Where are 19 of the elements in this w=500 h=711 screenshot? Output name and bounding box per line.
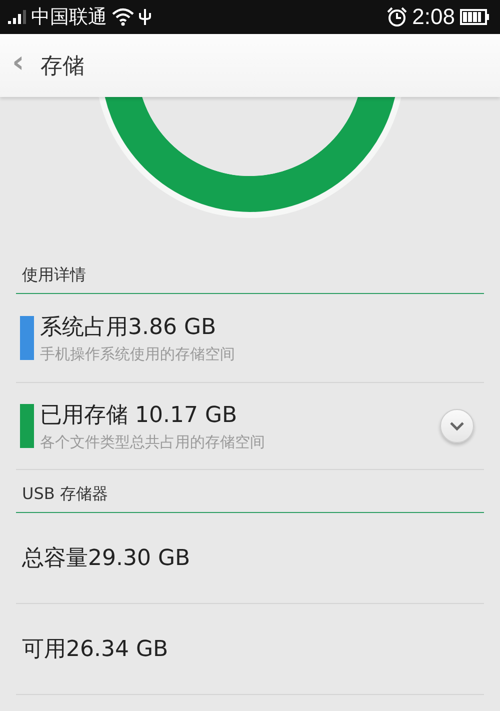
clock-time: 2:08	[412, 4, 455, 30]
back-button[interactable]: ‹	[0, 48, 28, 84]
usage-title: 已用存储 10.17 GB	[40, 402, 238, 430]
section-title: 使用详情	[22, 265, 86, 284]
carrier-name: 中国联通	[31, 5, 107, 30]
storage-value: 总容量29.30 GB	[22, 545, 190, 573]
usage-title: 系统占用3.86 GB	[40, 314, 218, 342]
alarm-icon	[387, 7, 408, 27]
signal-icon	[8, 10, 26, 24]
wifi-icon	[112, 8, 134, 26]
usage-description: 手机操作系统使用的存储空间	[40, 345, 236, 364]
section-title: USB 存储器	[22, 484, 108, 503]
usb-icon	[139, 8, 151, 26]
battery-icon	[460, 9, 490, 25]
usage-description: 各个文件类型总共占用的存储空间	[40, 433, 266, 452]
chevron-down-icon	[449, 421, 465, 431]
expand-button[interactable]	[440, 409, 474, 443]
page-title: 存储	[40, 52, 84, 80]
storage-value: 可用26.34 GB	[22, 636, 168, 664]
